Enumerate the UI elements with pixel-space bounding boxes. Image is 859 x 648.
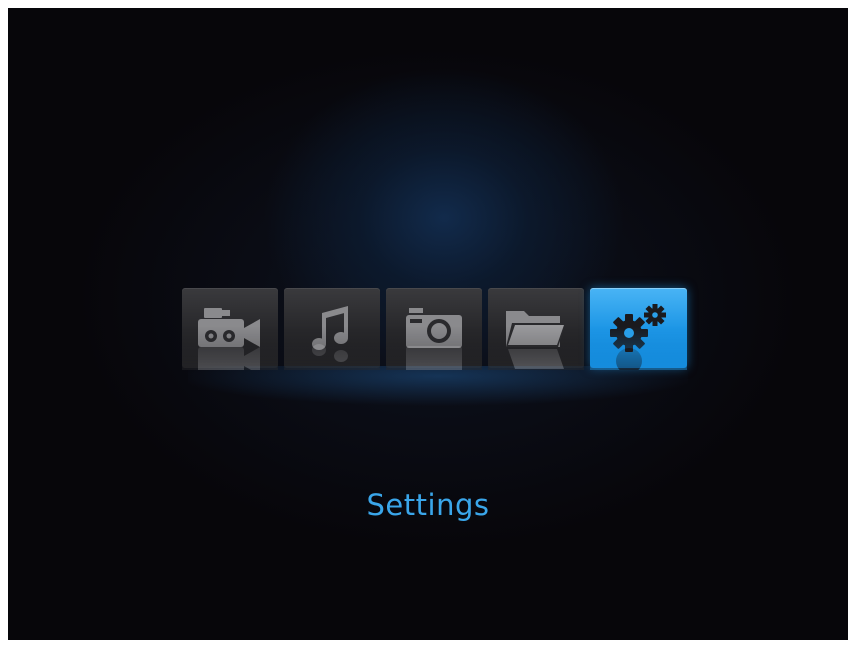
menu-item-video[interactable] <box>182 288 278 368</box>
folder-icon <box>506 311 566 347</box>
music-note-icon <box>312 306 348 350</box>
media-player-screen: Settings <box>8 8 848 640</box>
selected-menu-label: Settings <box>366 488 490 522</box>
video-camera-icon <box>198 308 260 347</box>
main-menu-bar <box>182 288 687 368</box>
gears-icon <box>609 304 666 352</box>
menu-item-files[interactable] <box>488 288 584 368</box>
menu-item-settings[interactable] <box>590 288 687 368</box>
menu-item-photo[interactable] <box>386 288 482 368</box>
camera-icon <box>406 308 462 348</box>
menu-item-music[interactable] <box>284 288 380 368</box>
menu-glow <box>188 366 688 416</box>
